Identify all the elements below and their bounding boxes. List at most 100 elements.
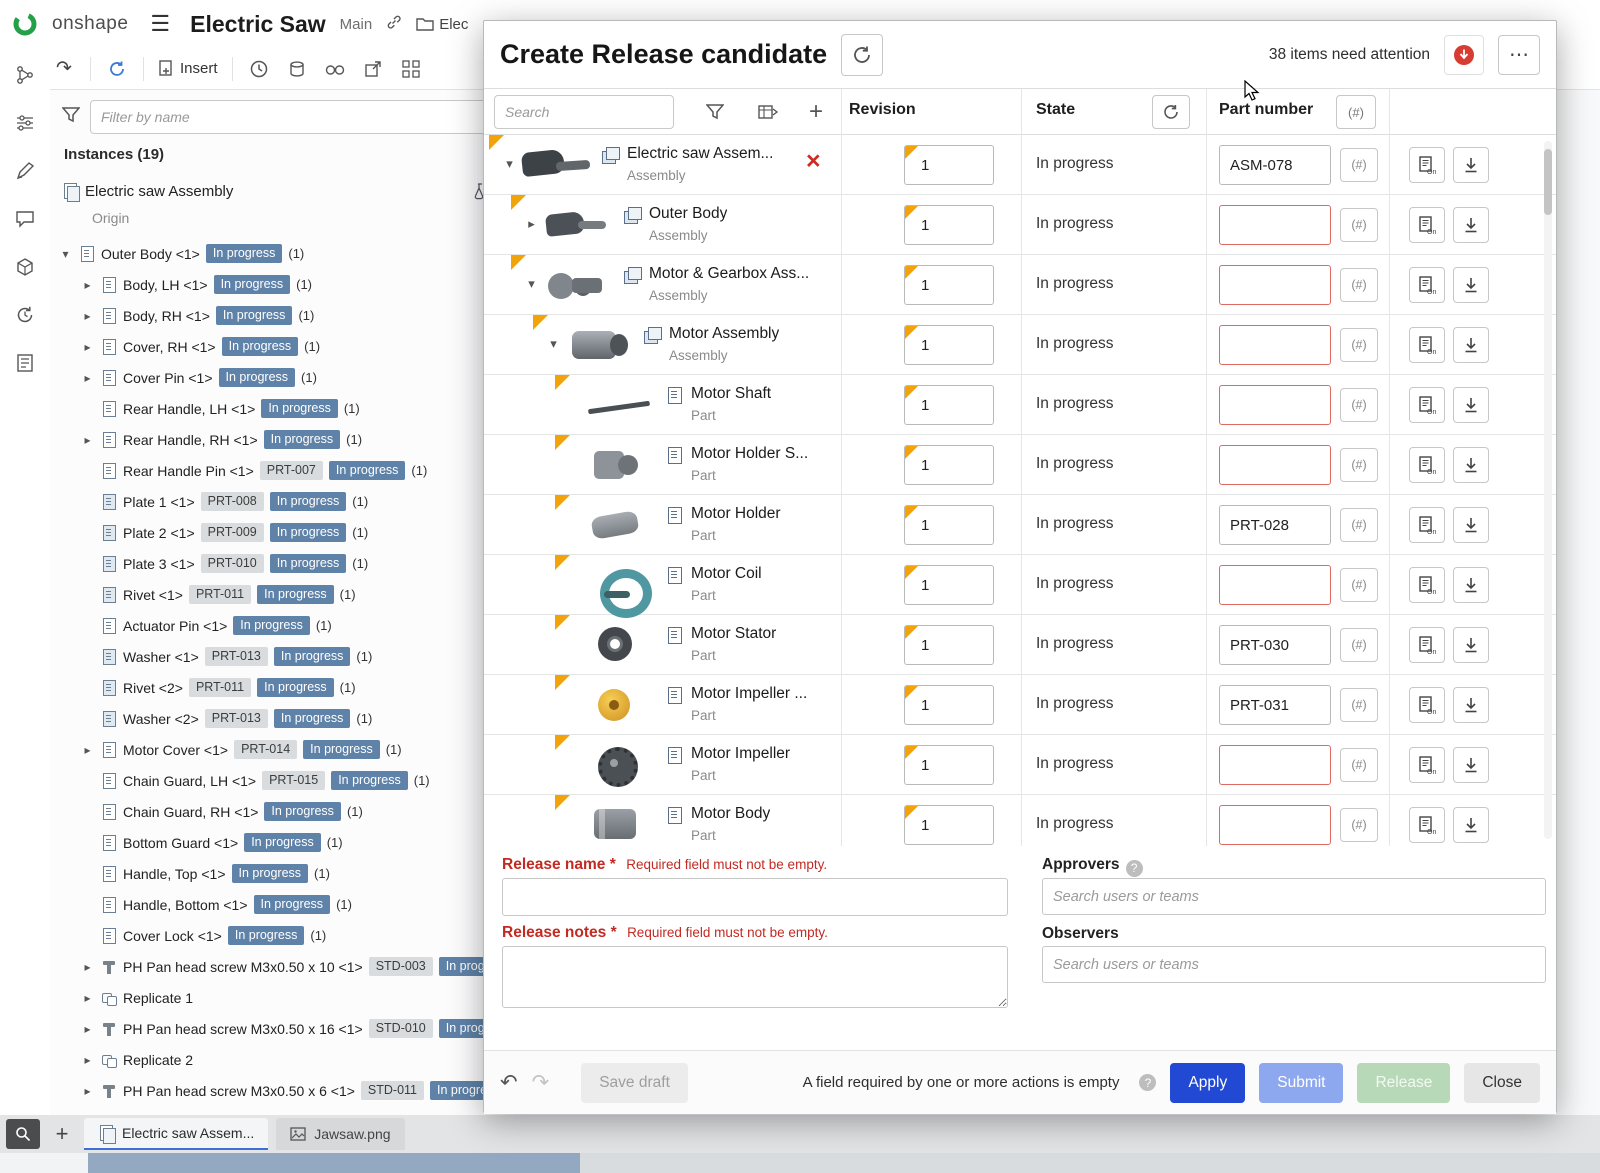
release-notes-button[interactable]: On bbox=[1409, 387, 1445, 423]
tree-chevron-icon[interactable]: ▸ bbox=[80, 743, 95, 757]
part-number-input[interactable] bbox=[1219, 205, 1331, 245]
filter-input[interactable] bbox=[90, 100, 493, 134]
tree-chevron-icon[interactable]: ▸ bbox=[80, 1084, 95, 1098]
release-notes-button[interactable]: On bbox=[1409, 267, 1445, 303]
auto-number-button[interactable]: (#) bbox=[1340, 808, 1378, 842]
release-notes-button[interactable]: On bbox=[1409, 447, 1445, 483]
tree-root-item[interactable]: Electric saw Assembly bbox=[50, 176, 505, 206]
auto-number-button[interactable]: (#) bbox=[1340, 388, 1378, 422]
tab-electric-saw-assembly[interactable]: Electric saw Assem... bbox=[84, 1118, 268, 1150]
tree-item[interactable]: Chain Guard, LH <1> PRT-015 In progress … bbox=[50, 765, 505, 796]
pattern-icon[interactable] bbox=[395, 53, 427, 85]
tree-item[interactable]: Plate 1 <1> PRT-008 In progress (1) bbox=[50, 486, 505, 517]
approvers-input[interactable] bbox=[1042, 878, 1546, 915]
auto-number-button[interactable]: (#) bbox=[1340, 508, 1378, 542]
export-button[interactable] bbox=[1453, 267, 1489, 303]
tree-chevron-icon[interactable]: ▸ bbox=[80, 278, 95, 292]
comments-icon[interactable] bbox=[12, 206, 38, 232]
auto-number-button[interactable]: (#) bbox=[1340, 448, 1378, 482]
scrollbar-thumb[interactable] bbox=[1544, 149, 1552, 215]
add-tab-button[interactable]: + bbox=[48, 1120, 76, 1148]
tree-item[interactable]: Handle, Bottom <1> In progress (1) bbox=[50, 889, 505, 920]
tree-item[interactable]: ▸ PH Pan head screw M3x0.50 x 16 <1> STD… bbox=[50, 1013, 505, 1044]
export-button[interactable] bbox=[1453, 207, 1489, 243]
tree-item[interactable]: ▸ Replicate 1 bbox=[50, 982, 505, 1013]
tree-chevron-icon[interactable]: ▸ bbox=[80, 309, 95, 323]
tree-item[interactable]: ▸ Body, LH <1> In progress (1) bbox=[50, 269, 505, 300]
tree-item[interactable]: Chain Guard, RH <1> In progress (1) bbox=[50, 796, 505, 827]
tree-item[interactable]: Washer <1> PRT-013 In progress (1) bbox=[50, 641, 505, 672]
redo-button[interactable]: ↷ bbox=[48, 53, 80, 85]
tree-chevron-icon[interactable]: ▸ bbox=[80, 1053, 95, 1067]
tree-chevron-icon[interactable]: ▸ bbox=[80, 371, 95, 385]
dialog-search-input[interactable] bbox=[494, 95, 674, 129]
auto-number-button[interactable]: (#) bbox=[1340, 328, 1378, 362]
tree-item[interactable]: Cover Lock <1> In progress (1) bbox=[50, 920, 505, 951]
footer-help-icon[interactable]: ? bbox=[1139, 1074, 1156, 1091]
revision-history-icon[interactable] bbox=[243, 53, 275, 85]
revolve-icon[interactable] bbox=[281, 53, 313, 85]
footer-undo-button[interactable]: ↶ bbox=[500, 1070, 518, 1095]
close-button[interactable]: Close bbox=[1464, 1063, 1540, 1103]
release-notes-button[interactable]: On bbox=[1409, 747, 1445, 783]
filter-funnel-icon[interactable] bbox=[62, 107, 80, 128]
release-notes-button[interactable]: On bbox=[1409, 327, 1445, 363]
release-notes-button[interactable]: On bbox=[1409, 207, 1445, 243]
release-notes-button[interactable]: On bbox=[1409, 687, 1445, 723]
row-chevron-icon[interactable]: ▾ bbox=[524, 276, 539, 292]
export-button[interactable] bbox=[1453, 807, 1489, 843]
tree-item[interactable]: ▾ Outer Body <1> In progress (1) bbox=[50, 238, 505, 269]
release-notes-textarea[interactable] bbox=[502, 946, 1008, 1008]
export-button[interactable] bbox=[1453, 567, 1489, 603]
part-number-input[interactable] bbox=[1219, 325, 1331, 365]
tree-chevron-icon[interactable]: ▸ bbox=[80, 340, 95, 354]
auto-number-button[interactable]: (#) bbox=[1340, 568, 1378, 602]
tree-item[interactable]: Rear Handle, LH <1> In progress (1) bbox=[50, 393, 505, 424]
tree-item[interactable]: Plate 2 <1> PRT-009 In progress (1) bbox=[50, 517, 505, 548]
observers-input[interactable] bbox=[1042, 946, 1546, 983]
tree-item[interactable]: ▸ Motor Cover <1> PRT-014 In progress (1… bbox=[50, 734, 505, 765]
row-chevron-icon[interactable]: ▾ bbox=[502, 156, 517, 172]
tab-jawsaw-png[interactable]: Jawsaw.png bbox=[276, 1118, 404, 1150]
revision-input[interactable] bbox=[905, 446, 993, 484]
export-button[interactable] bbox=[1453, 687, 1489, 723]
tree-item[interactable]: ▸ PH Pan head screw M3x0.50 x 10 <1> STD… bbox=[50, 951, 505, 982]
expand-table-icon[interactable] bbox=[752, 97, 784, 127]
errors-download-button[interactable] bbox=[1444, 35, 1484, 75]
tree-item[interactable]: Actuator Pin <1> In progress (1) bbox=[50, 610, 505, 641]
sync-button[interactable] bbox=[101, 53, 133, 85]
revision-input[interactable] bbox=[905, 146, 993, 184]
tree-item[interactable]: ▸ PH Pan head screw M3x0.50 x 6 <1> STD-… bbox=[50, 1075, 505, 1106]
part-number-input[interactable] bbox=[1219, 265, 1331, 305]
parts-icon[interactable] bbox=[12, 254, 38, 280]
export-button[interactable] bbox=[1453, 327, 1489, 363]
submit-button[interactable]: Submit bbox=[1259, 1063, 1343, 1103]
export-button[interactable] bbox=[1453, 147, 1489, 183]
revision-input[interactable] bbox=[905, 386, 993, 424]
tree-item-origin[interactable]: Origin bbox=[92, 210, 129, 226]
release-notes-button[interactable]: On bbox=[1409, 807, 1445, 843]
part-number-input[interactable] bbox=[1219, 445, 1331, 485]
auto-number-button[interactable]: (#) bbox=[1340, 268, 1378, 302]
release-notes-button[interactable]: On bbox=[1409, 507, 1445, 543]
reset-state-button[interactable] bbox=[1152, 95, 1190, 129]
dialog-filter-icon[interactable] bbox=[699, 97, 731, 127]
history-icon[interactable] bbox=[12, 302, 38, 328]
tree-item[interactable]: Rear Handle Pin <1> PRT-007 In progress … bbox=[50, 455, 505, 486]
bom-icon[interactable] bbox=[12, 350, 38, 376]
revision-input[interactable] bbox=[905, 806, 993, 844]
export-button[interactable] bbox=[1453, 507, 1489, 543]
share-link-icon[interactable] bbox=[386, 14, 402, 35]
apply-button[interactable]: Apply bbox=[1170, 1063, 1245, 1103]
versions-icon[interactable] bbox=[12, 62, 38, 88]
revision-input[interactable] bbox=[905, 626, 993, 664]
revision-input[interactable] bbox=[905, 506, 993, 544]
export-button[interactable] bbox=[1453, 627, 1489, 663]
export-button[interactable] bbox=[1453, 747, 1489, 783]
part-number-input[interactable] bbox=[1219, 385, 1331, 425]
tree-item[interactable]: Rivet <2> PRT-011 In progress (1) bbox=[50, 672, 505, 703]
row-chevron-icon[interactable]: ▸ bbox=[524, 216, 539, 232]
auto-number-all-button[interactable]: (#) bbox=[1336, 95, 1376, 129]
appearance-icon[interactable] bbox=[12, 158, 38, 184]
tree-item[interactable]: Plate 3 <1> PRT-010 In progress (1) bbox=[50, 548, 505, 579]
